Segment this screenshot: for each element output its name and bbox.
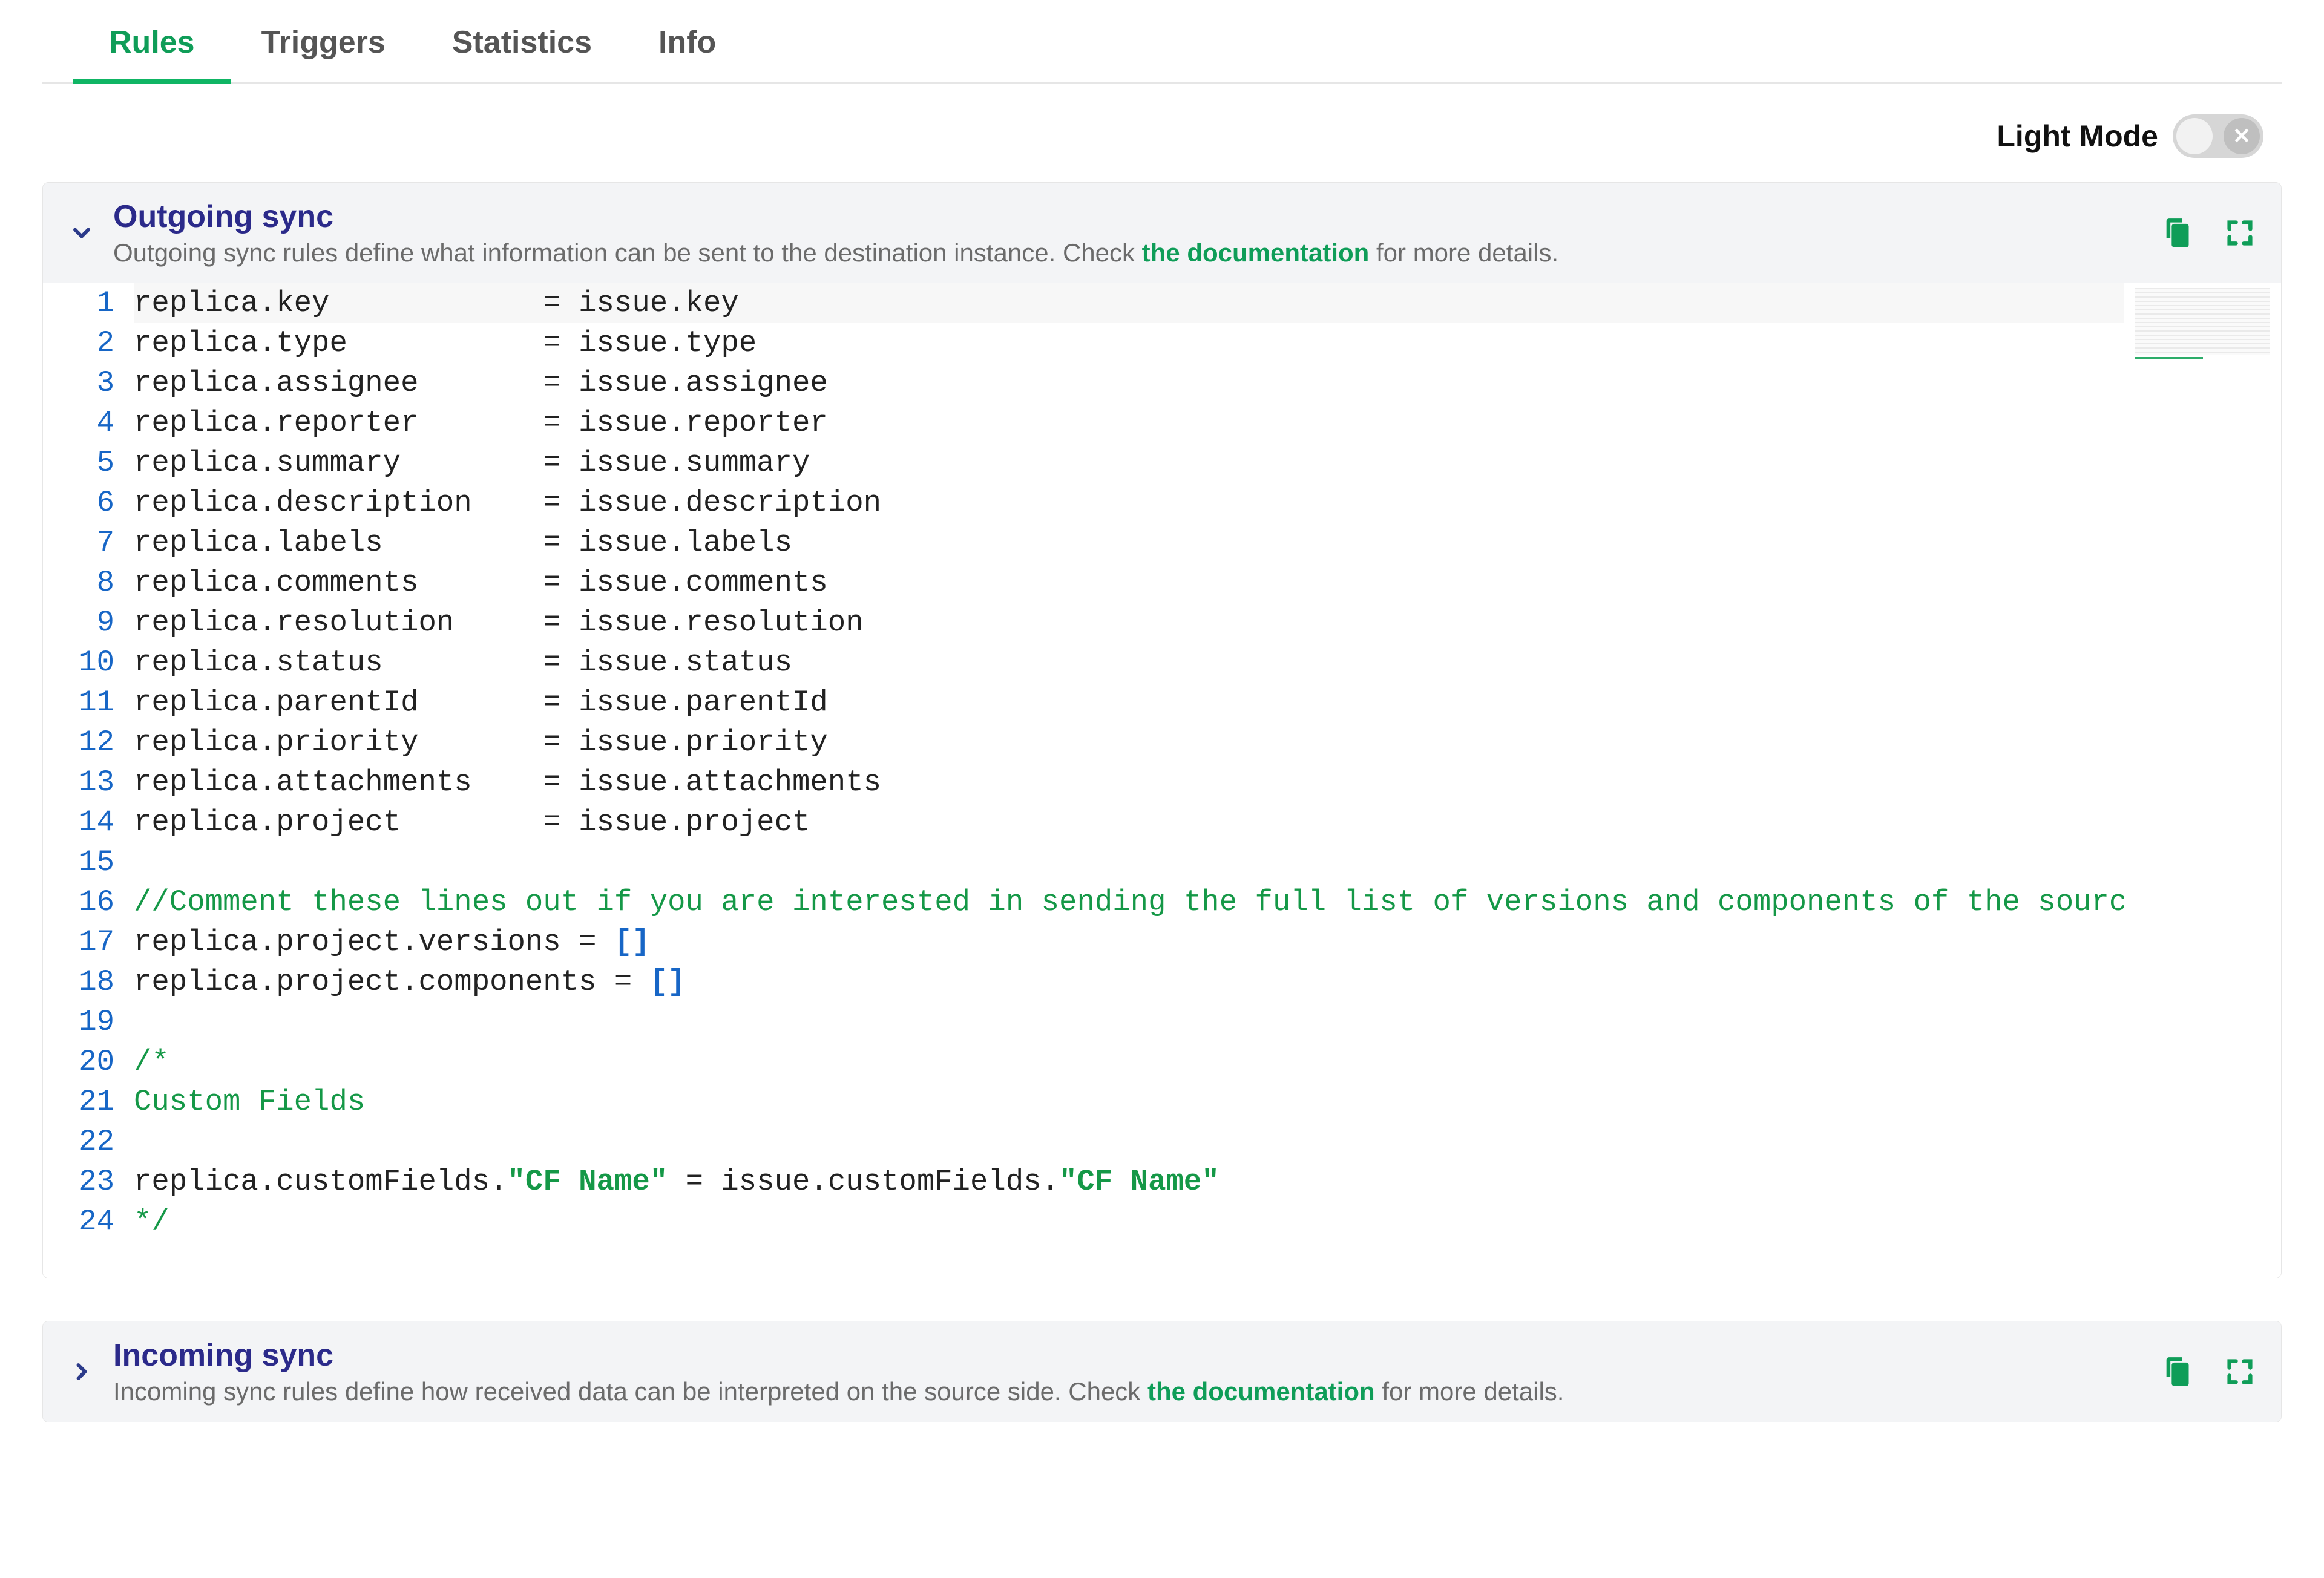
copy-icon[interactable] (2160, 216, 2194, 250)
fullscreen-icon[interactable] (2223, 216, 2257, 250)
mode-row: Light Mode ✕ (42, 84, 2282, 182)
close-icon: ✕ (2224, 118, 2260, 154)
outgoing-doc-link[interactable]: the documentation (1142, 238, 1370, 267)
incoming-doc-link[interactable]: the documentation (1147, 1377, 1375, 1406)
chevron-down-icon[interactable] (67, 218, 96, 247)
outgoing-sync-panel: Outgoing sync Outgoing sync rules define… (42, 182, 2282, 1278)
light-mode-label: Light Mode (1997, 119, 2158, 154)
tab-info[interactable]: Info (658, 24, 716, 82)
outgoing-editor[interactable]: 123456789101112131415161718192021222324 … (43, 283, 2281, 1278)
incoming-desc-post: for more details. (1375, 1377, 1564, 1406)
incoming-desc-pre: Incoming sync rules define how received … (113, 1377, 1147, 1406)
outgoing-sync-header: Outgoing sync Outgoing sync rules define… (43, 183, 2281, 283)
tab-triggers[interactable]: Triggers (261, 24, 386, 82)
tab-rules[interactable]: Rules (109, 24, 195, 82)
incoming-sync-header: Incoming sync Incoming sync rules define… (43, 1321, 2281, 1422)
fullscreen-icon[interactable] (2223, 1355, 2257, 1389)
tab-statistics[interactable]: Statistics (452, 24, 592, 82)
toggle-knob (2176, 118, 2213, 154)
outgoing-desc-pre: Outgoing sync rules define what informat… (113, 238, 1142, 267)
incoming-actions (2160, 1355, 2257, 1389)
incoming-sync-panel: Incoming sync Incoming sync rules define… (42, 1321, 2282, 1422)
tabs-bar: Rules Triggers Statistics Info (42, 0, 2282, 84)
outgoing-desc-post: for more details. (1369, 238, 1558, 267)
incoming-sync-title: Incoming sync (113, 1337, 2143, 1373)
outgoing-sync-title: Outgoing sync (113, 198, 2143, 235)
copy-icon[interactable] (2160, 1355, 2194, 1389)
code-minimap[interactable] (2124, 283, 2281, 1278)
incoming-sync-desc: Incoming sync rules define how received … (113, 1377, 2143, 1406)
chevron-right-icon[interactable] (67, 1357, 96, 1386)
light-mode-toggle[interactable]: ✕ (2173, 114, 2263, 158)
minimap-preview (2135, 288, 2270, 355)
line-gutter: 123456789101112131415161718192021222324 (43, 283, 134, 1242)
outgoing-sync-desc: Outgoing sync rules define what informat… (113, 238, 2143, 267)
outgoing-actions (2160, 216, 2257, 250)
code-area[interactable]: replica.key = issue.keyreplica.type = is… (134, 283, 2124, 1242)
